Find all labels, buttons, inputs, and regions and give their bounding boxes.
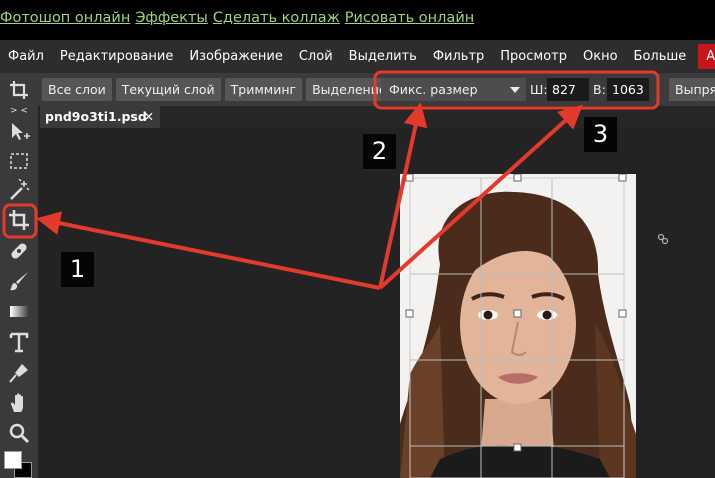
brush-icon[interactable] [7, 269, 31, 293]
height-label: В: [593, 82, 606, 97]
trimming-button[interactable]: Тримминг [224, 78, 303, 101]
width-input[interactable]: 827 [547, 78, 589, 101]
link-chain-icon [657, 230, 669, 249]
hand-tool-icon[interactable] [7, 391, 31, 415]
crop-mode-select[interactable]: Фикс. размер [381, 78, 526, 101]
text-tool-icon[interactable] [7, 330, 31, 354]
link-effects[interactable]: Эффекты [135, 10, 208, 26]
link-make-collage[interactable]: Сделать коллаж [213, 10, 340, 26]
menu-view[interactable]: Просмотр [492, 49, 575, 64]
menu-window[interactable]: Окно [575, 49, 626, 64]
gradient-icon[interactable] [7, 299, 31, 323]
menu-edit[interactable]: Редактирование [52, 49, 181, 64]
annotation-badge-1: 1 [61, 252, 94, 287]
menu-file[interactable]: Файл [0, 49, 52, 64]
crop-tool-icon[interactable] [7, 208, 31, 232]
height-input[interactable]: 1063 [607, 78, 649, 101]
document-tab[interactable]: pnd9o3ti1.psd ✕ [40, 106, 160, 128]
annotation-badge-3: 3 [584, 117, 617, 152]
chevron-down-icon [510, 87, 520, 93]
menu-layer[interactable]: Слой [291, 49, 341, 64]
app-root: Фотошоп онлайн Эффекты Сделать коллаж Ри… [0, 0, 715, 478]
pen-tool-icon[interactable] [7, 361, 31, 385]
document-canvas-image[interactable] [400, 174, 636, 478]
move-tool-icon[interactable] [7, 120, 31, 144]
document-tab-filename: pnd9o3ti1.psd [45, 109, 147, 124]
link-draw-online[interactable]: Рисовать онлайн [345, 10, 474, 26]
annotation-badge-2: 2 [363, 134, 396, 169]
menu-filter[interactable]: Фильтр [425, 49, 492, 64]
menu-more[interactable]: Больше [626, 49, 695, 64]
healing-brush-icon[interactable] [7, 239, 31, 263]
collapse-toolbar-toggle[interactable]: > < [0, 106, 38, 118]
current-layer-button[interactable]: Текущий слой [115, 78, 221, 101]
link-photoshop-online[interactable]: Фотошоп онлайн [0, 10, 130, 26]
crop-options-icon [0, 73, 38, 106]
all-layers-button[interactable]: Все слои [42, 78, 112, 101]
magic-wand-icon[interactable] [7, 178, 31, 202]
straighten-button[interactable]: Выпрям [669, 78, 715, 101]
top-link-bar: Фотошоп онлайн Эффекты Сделать коллаж Ри… [0, 0, 715, 40]
selection-button[interactable]: Выделение [306, 78, 393, 101]
foreground-color-swatch[interactable] [4, 451, 22, 469]
menu-select[interactable]: Выделить [341, 49, 425, 64]
width-label: Ш: [530, 82, 548, 97]
crop-mode-value: Фикс. размер [389, 82, 478, 97]
zoom-icon[interactable] [7, 421, 31, 445]
close-icon[interactable]: ✕ [144, 106, 154, 128]
marquee-tool-icon[interactable] [7, 149, 31, 173]
menu-image[interactable]: Изображение [181, 49, 290, 64]
menu-bar: Файл Редактирование Изображение Слой Выд… [0, 40, 715, 73]
menu-account[interactable]: Аккаунт [698, 44, 715, 69]
